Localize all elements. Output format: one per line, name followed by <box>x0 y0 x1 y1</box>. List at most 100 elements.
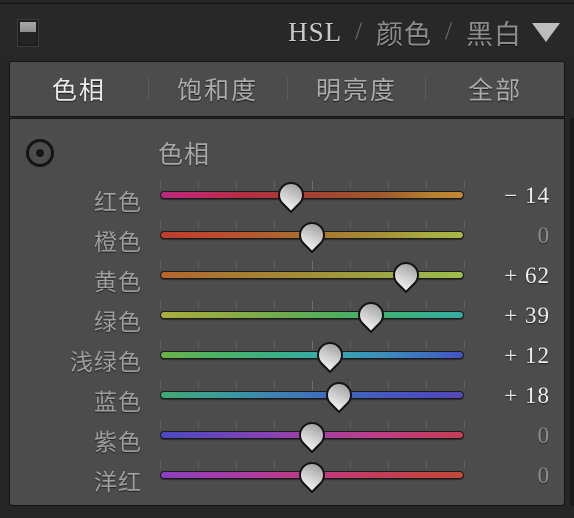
slider-value-yellow[interactable]: + 62 <box>476 263 550 289</box>
tick-mark <box>464 461 465 469</box>
tick-mark <box>236 421 237 429</box>
tick-mark <box>350 421 351 429</box>
tick-mark <box>464 301 465 309</box>
tab-all[interactable]: 全部 <box>426 71 564 107</box>
slider-orange[interactable] <box>151 216 473 259</box>
mode-separator-2: / <box>445 18 453 45</box>
tick-mark <box>160 341 161 349</box>
tick-mark <box>274 181 275 189</box>
mode-separator-1: / <box>355 18 364 45</box>
mode-hsl[interactable]: HSL <box>288 17 342 48</box>
tick-mark <box>160 261 161 269</box>
slider-value-aqua[interactable]: + 12 <box>476 343 550 369</box>
tick-mark <box>388 181 389 189</box>
slider-yellow[interactable] <box>151 256 473 299</box>
slider-track-green[interactable] <box>160 311 464 319</box>
panel-header: HSL / 颜色 / 黑白 <box>0 3 574 57</box>
tick-mark <box>312 261 313 270</box>
slider-ticks-yellow <box>151 261 473 270</box>
mode-bw[interactable]: 黑白 <box>466 13 522 52</box>
slider-row-purple: 紫色 0 <box>10 416 564 459</box>
panel-toggle-icon[interactable] <box>17 19 39 47</box>
tab-saturation[interactable]: 饱和度 <box>149 71 287 107</box>
slider-green[interactable] <box>151 296 473 339</box>
tick-mark <box>426 181 427 189</box>
tick-mark <box>160 421 161 429</box>
chevron-down-icon[interactable] <box>532 23 560 42</box>
slider-blue[interactable] <box>151 376 473 419</box>
tick-mark <box>160 301 161 309</box>
tick-mark <box>274 421 275 429</box>
tick-mark <box>236 341 237 349</box>
slider-row-yellow: 黄色 + 62 <box>10 256 564 299</box>
panel-toggle-top <box>20 22 36 33</box>
slider-label-magenta: 洋红 <box>94 470 142 495</box>
hsl-panel: HSL / 颜色 / 黑白 色相 饱和度 明亮度 全部 色相 红色 − 14 橙色 0… <box>0 0 574 518</box>
slider-track-blue[interactable] <box>160 391 464 399</box>
tick-mark <box>388 341 389 349</box>
tick-mark <box>464 421 465 429</box>
slider-value-green[interactable]: + 39 <box>476 303 550 329</box>
slider-value-magenta[interactable]: 0 <box>476 463 550 489</box>
tick-mark <box>160 381 161 389</box>
slider-value-blue[interactable]: + 18 <box>476 383 550 409</box>
slider-aqua[interactable] <box>151 336 473 379</box>
tab-hue[interactable]: 色相 <box>10 71 148 107</box>
slider-label-aqua: 浅绿色 <box>70 350 142 375</box>
tick-mark <box>198 221 199 229</box>
tick-mark <box>388 261 389 269</box>
tick-mark <box>464 261 465 269</box>
tick-mark <box>236 221 237 229</box>
slider-label-yellow: 黄色 <box>94 270 142 295</box>
slider-label-orange: 橙色 <box>94 230 142 255</box>
tick-mark <box>198 381 199 389</box>
slider-label-green: 绿色 <box>94 310 142 335</box>
slider-row-magenta: 洋红 0 <box>10 456 564 499</box>
slider-label-purple: 紫色 <box>94 430 142 455</box>
tick-mark <box>274 301 275 309</box>
tick-mark <box>312 301 313 310</box>
slider-value-orange[interactable]: 0 <box>476 223 550 249</box>
panel-toggle-bottom <box>20 32 36 44</box>
tick-mark <box>350 181 351 189</box>
tick-mark <box>426 341 427 349</box>
tick-mark <box>274 341 275 349</box>
slider-red[interactable] <box>151 176 473 219</box>
tick-mark <box>464 341 465 349</box>
slider-label-blue: 蓝色 <box>94 390 142 415</box>
slider-track-aqua[interactable] <box>160 351 464 359</box>
section-title: 色相 <box>158 142 211 169</box>
slider-track-red[interactable] <box>160 191 464 199</box>
tick-mark <box>274 381 275 389</box>
tick-mark <box>160 461 161 469</box>
slider-row-blue: 蓝色 + 18 <box>10 376 564 419</box>
tick-mark <box>464 221 465 229</box>
slider-purple[interactable] <box>151 416 473 459</box>
mode-color[interactable]: 颜色 <box>376 13 432 52</box>
slider-magenta[interactable] <box>151 456 473 499</box>
tick-mark <box>160 181 161 189</box>
slider-value-purple[interactable]: 0 <box>476 423 550 449</box>
tick-mark <box>426 221 427 229</box>
tab-strip: 色相 饱和度 明亮度 全部 <box>9 61 565 117</box>
mode-switcher: HSL / 颜色 / 黑白 <box>288 12 522 52</box>
slider-row-green: 绿色 + 39 <box>10 296 564 339</box>
target-adjustment-icon[interactable] <box>26 139 54 167</box>
tick-mark <box>426 261 427 269</box>
tick-mark <box>274 261 275 269</box>
tick-mark <box>426 381 427 389</box>
tick-mark <box>198 421 199 429</box>
tick-mark <box>198 261 199 269</box>
tick-mark <box>198 341 199 349</box>
slider-row-orange: 橙色 0 <box>10 216 564 259</box>
tab-luminance[interactable]: 明亮度 <box>288 71 426 107</box>
tick-mark <box>350 461 351 469</box>
tick-mark <box>350 261 351 269</box>
tick-mark <box>236 381 237 389</box>
tick-mark <box>274 221 275 229</box>
slider-value-red[interactable]: − 14 <box>476 183 550 209</box>
tick-mark <box>388 381 389 389</box>
tick-mark <box>388 221 389 229</box>
tick-mark <box>388 461 389 469</box>
slider-ticks-blue <box>151 381 473 390</box>
